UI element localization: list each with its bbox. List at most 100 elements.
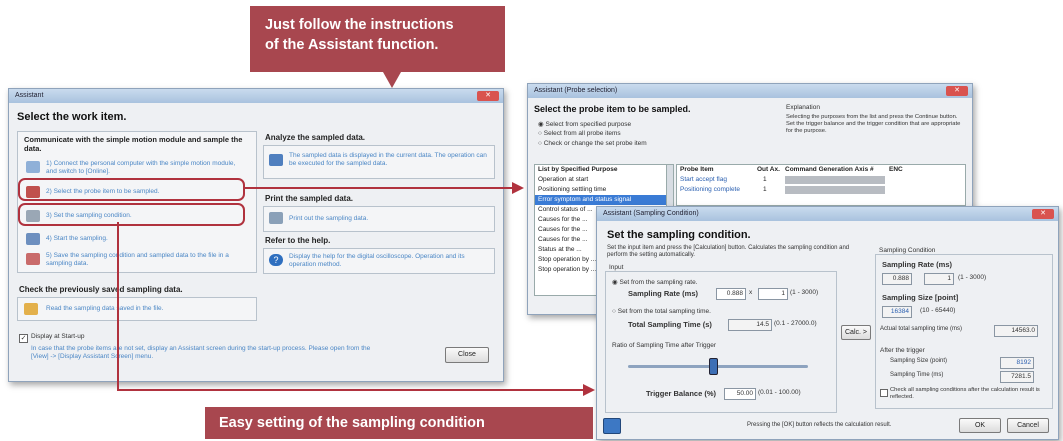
probe-close-icon[interactable]: ✕ [946, 86, 968, 96]
folder-icon[interactable] [24, 303, 38, 315]
check-all-checkbox[interactable] [880, 389, 888, 397]
analyze-title: Analyze the sampled data. [265, 133, 366, 142]
radio-from-time[interactable]: ○ Set from the total sampling time. [612, 308, 711, 315]
trigger-input[interactable]: 50.00 [724, 388, 756, 400]
highlight-select-probe [18, 178, 245, 201]
help-text[interactable]: Display the help for the digital oscillo… [289, 253, 489, 269]
probe-titlebar: Assistant (Probe selection) ✕ [528, 84, 972, 98]
footer-note: In case that the probe items are not set… [31, 345, 371, 360]
probe-radio-3-label: Check or change the set probe item [543, 140, 647, 147]
condition-group: Sampling Rate (ms) 0.888 1 (1 - 3000) Sa… [875, 254, 1053, 409]
probe-item-name: Start accept flag [680, 176, 727, 183]
col-probe-item: Probe Item [680, 166, 714, 173]
cancel-button[interactable]: Cancel [1007, 418, 1049, 433]
rate-input[interactable]: 0.888 [716, 288, 746, 300]
time-ms-label: Sampling Time (ms) [890, 372, 944, 378]
explanation-text: Selecting the purposes from the list and… [786, 114, 961, 134]
probe-radio-1[interactable]: ◉ Select from specified purpose [538, 120, 631, 128]
col-out-axis: Out Ax. [757, 166, 780, 173]
rate-label: Sampling Rate (ms) [628, 289, 699, 298]
callout-pointer [383, 72, 401, 88]
purpose-list-header: List by Specified Purpose [538, 166, 618, 173]
print-title: Print the sampled data. [265, 194, 354, 203]
analyze-group: The sampled data is displayed in the cur… [263, 145, 495, 179]
connector-sampling-horizontal [117, 389, 583, 391]
close-button[interactable]: Close [445, 347, 489, 363]
trigger-slider-thumb[interactable] [709, 358, 718, 375]
probe-item-table: Probe Item Out Ax. Command Generation Ax… [676, 164, 966, 206]
display-startup-label[interactable]: Display at Start-up [31, 333, 84, 340]
sampling-title: Assistant (Sampling Condition) [603, 210, 699, 217]
size-point-value: 8192 [1000, 357, 1034, 369]
probe-radio-3[interactable]: ○ Check or change the set probe item [538, 140, 647, 147]
condition-title: Sampling Condition [879, 247, 936, 254]
probe-item-axis: 1 [763, 186, 767, 193]
print-text[interactable]: Print out the sampling data. [289, 215, 368, 223]
sampling-close-icon[interactable]: ✕ [1032, 209, 1054, 219]
display-startup-checkbox[interactable]: ✓ [19, 334, 28, 343]
callout-line-1: Just follow the instructions [265, 17, 454, 33]
probe-item-bar [785, 176, 885, 184]
step-connect[interactable]: 1) Connect the personal computer with th… [46, 160, 246, 176]
col-command-axis: Command Generation Axis # [785, 166, 874, 173]
ok-button[interactable]: OK [959, 418, 1001, 433]
communicate-group: Communicate with the simple motion modul… [17, 131, 257, 273]
after-trigger-label: After the trigger [880, 347, 925, 354]
sampling-window: Assistant (Sampling Condition) ✕ Set the… [596, 206, 1059, 440]
size-point-label: Sampling Size (point) [890, 358, 948, 364]
check-text[interactable]: Read the sampling data saved in the file… [46, 305, 163, 313]
rate-factor-input[interactable]: 1 [758, 288, 788, 300]
probe-radio-2-label: Select from all probe items [543, 130, 621, 137]
sampling-footer-text: Pressing the [OK] button reflects the ca… [747, 422, 892, 428]
step-save[interactable]: 5) Save the sampling condition and sampl… [46, 252, 246, 268]
connector-sampling-vertical [117, 222, 119, 390]
probe-heading: Select the probe item to be sampled. [534, 104, 691, 114]
printer-icon[interactable] [269, 212, 283, 224]
check-all-label[interactable]: Check all sampling conditions after the … [890, 387, 1045, 401]
trigger-label: Trigger Balance (%) [646, 389, 717, 398]
assistant-heading: Select the work item. [17, 111, 127, 123]
analyze-text[interactable]: The sampled data is displayed in the cur… [289, 152, 489, 168]
list-item[interactable]: Error symptom and status signal [535, 195, 667, 205]
total-time-label: Total Sampling Time (s) [628, 320, 712, 329]
list-item[interactable]: Positioning settling time [535, 185, 667, 195]
table-row[interactable]: Start accept flag 1 [677, 175, 965, 185]
input-label: Input [609, 264, 624, 271]
radio-from-rate[interactable]: ◉ Set from the sampling rate. [612, 278, 698, 286]
col-enc: ENC [889, 166, 903, 173]
arrow-right-icon [512, 182, 524, 194]
cond-rate-range: (1 - 3000) [958, 274, 987, 281]
print-group: Print out the sampling data. [263, 206, 495, 232]
probe-title: Assistant (Probe selection) [534, 87, 618, 94]
probe-table-header: Probe Item Out Ax. Command Generation Ax… [677, 165, 965, 175]
analyze-icon[interactable] [269, 154, 283, 166]
connect-icon[interactable] [26, 161, 40, 173]
save-icon[interactable] [26, 253, 40, 265]
rate-multiplier: x [749, 289, 753, 296]
ratio-label: Ratio of Sampling Time after Trigger [612, 342, 717, 349]
list-item[interactable]: Operation at start [535, 175, 667, 185]
total-time-input[interactable]: 14.5 [728, 319, 772, 331]
cond-rate-value: 0.888 [882, 273, 912, 285]
help-icon[interactable]: ? [269, 254, 283, 266]
sampling-heading: Set the sampling condition. [607, 229, 751, 241]
callout-sampling: Easy setting of the sampling condition [205, 407, 593, 439]
check-group: Read the sampling data saved in the file… [17, 297, 257, 321]
calc-button[interactable]: Calc. > [841, 325, 871, 340]
step-start-sampling[interactable]: 4) Start the sampling. [46, 235, 246, 243]
total-time-range: (0.1 - 27000.0) [774, 320, 817, 327]
assistant-title: Assistant [15, 92, 44, 99]
help-title: Refer to the help. [265, 236, 331, 245]
close-icon[interactable]: ✕ [477, 91, 499, 101]
assistant-window: Assistant ✕ Select the work item. Commun… [8, 88, 504, 382]
table-row[interactable]: Positioning complete 1 [677, 185, 965, 195]
time-ms-value: 7281.5 [1000, 371, 1034, 383]
connector-probe-line [243, 187, 512, 189]
start-sampling-icon[interactable] [26, 233, 40, 245]
actual-time-label: Actual total sampling time (ms) [880, 326, 963, 332]
trigger-slider-track[interactable] [628, 365, 808, 368]
highlight-sampling-condition [18, 203, 245, 226]
help-button-icon[interactable] [603, 418, 621, 434]
callout-instructions: Just follow the instructions of the Assi… [250, 6, 505, 72]
probe-radio-2[interactable]: ○ Select from all probe items [538, 130, 621, 137]
